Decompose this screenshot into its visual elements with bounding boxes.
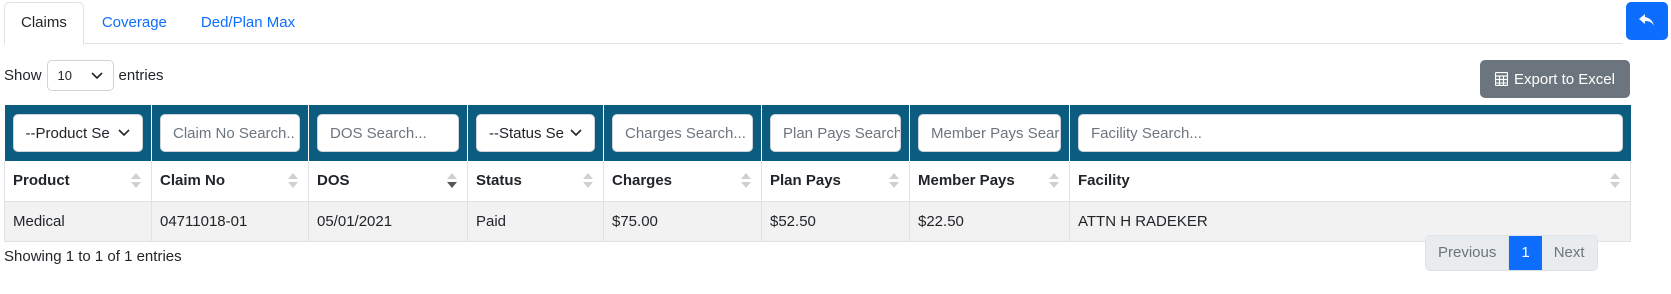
table-row[interactable]: Medical 04711018-01 05/01/2021 Paid $75.… [4,201,1631,242]
claim-no-search-input[interactable]: Claim No Search.. [160,114,300,152]
product-filter-select[interactable]: --Product Se [12,114,143,152]
sort-icon [1610,173,1620,189]
cell-plan-pays: $52.50 [761,201,910,242]
cell-product: Medical [4,201,152,242]
cell-member-pays: $22.50 [909,201,1070,242]
tab-claims[interactable]: Claims [4,2,84,45]
facility-search-input[interactable]: Facility Search... [1078,114,1623,152]
sort-icon [288,173,298,189]
column-label: Claim No [160,172,226,190]
next-page-button[interactable]: Next [1541,236,1597,270]
table-info: Showing 1 to 1 of 1 entries [4,248,182,265]
tab-ded-plan-max[interactable]: Ded/Plan Max [185,2,311,44]
sort-icon [889,173,899,189]
column-label: DOS [317,172,350,190]
cell-charges: $75.00 [603,201,762,242]
column-label: Plan Pays [770,172,841,190]
column-header-plan-pays[interactable]: Plan Pays [761,161,910,202]
entries-label: entries [118,67,164,84]
column-label: Facility [1078,172,1130,190]
length-control: Show 10 entries [4,60,164,91]
back-button[interactable] [1626,2,1668,40]
cell-status: Paid [467,201,604,242]
entries-value: 10 [57,68,72,83]
export-label: Export to Excel [1514,70,1615,88]
column-header-member-pays[interactable]: Member Pays [909,161,1070,202]
status-filter-value: --Status Se [489,124,565,142]
column-header-charges[interactable]: Charges [603,161,762,202]
export-to-excel-button[interactable]: Export to Excel [1480,60,1630,98]
cell-claim-no: 04711018-01 [151,201,309,242]
column-label: Member Pays [918,172,1015,190]
chevron-down-icon [570,129,582,137]
reply-arrow-icon [1639,14,1654,26]
column-label: Product [13,172,70,190]
table-icon [1495,72,1509,86]
product-filter-value: --Product Se [25,124,110,142]
column-header-status[interactable]: Status [467,161,604,202]
sort-icon [583,173,593,189]
cell-dos: 05/01/2021 [308,201,468,242]
column-header-dos[interactable]: DOS [308,161,468,202]
sort-icon [1049,173,1059,189]
sort-desc-icon [447,173,457,189]
chevron-down-icon [90,71,103,79]
plan-pays-search-input[interactable]: Plan Pays Search [770,114,901,152]
claims-table: --Product Se Claim No Search.. DOS Searc… [4,105,1631,242]
chevron-down-icon [118,129,130,137]
header-row: Product Claim No DOS Status Charges Plan… [4,161,1631,202]
filter-row: --Product Se Claim No Search.. DOS Searc… [4,105,1631,161]
page-1-button[interactable]: 1 [1509,236,1542,270]
charges-search-input[interactable]: Charges Search... [612,114,753,152]
tab-coverage[interactable]: Coverage [86,2,183,44]
previous-page-button[interactable]: Previous [1426,236,1510,270]
column-label: Charges [612,172,673,190]
entries-select[interactable]: 10 [46,60,114,91]
sort-icon [131,173,141,189]
pagination: Previous 1 Next [1425,235,1598,271]
member-pays-search-input[interactable]: Member Pays Sear [918,114,1061,152]
sort-icon [741,173,751,189]
status-filter-select[interactable]: --Status Se [476,114,595,152]
show-label: Show [4,67,42,84]
column-header-product[interactable]: Product [4,161,152,202]
column-header-claim-no[interactable]: Claim No [151,161,309,202]
dos-search-input[interactable]: DOS Search... [317,114,459,152]
column-header-facility[interactable]: Facility [1069,161,1631,202]
column-label: Status [476,172,522,190]
tab-bar: Claims Coverage Ded/Plan Max [4,2,1622,45]
